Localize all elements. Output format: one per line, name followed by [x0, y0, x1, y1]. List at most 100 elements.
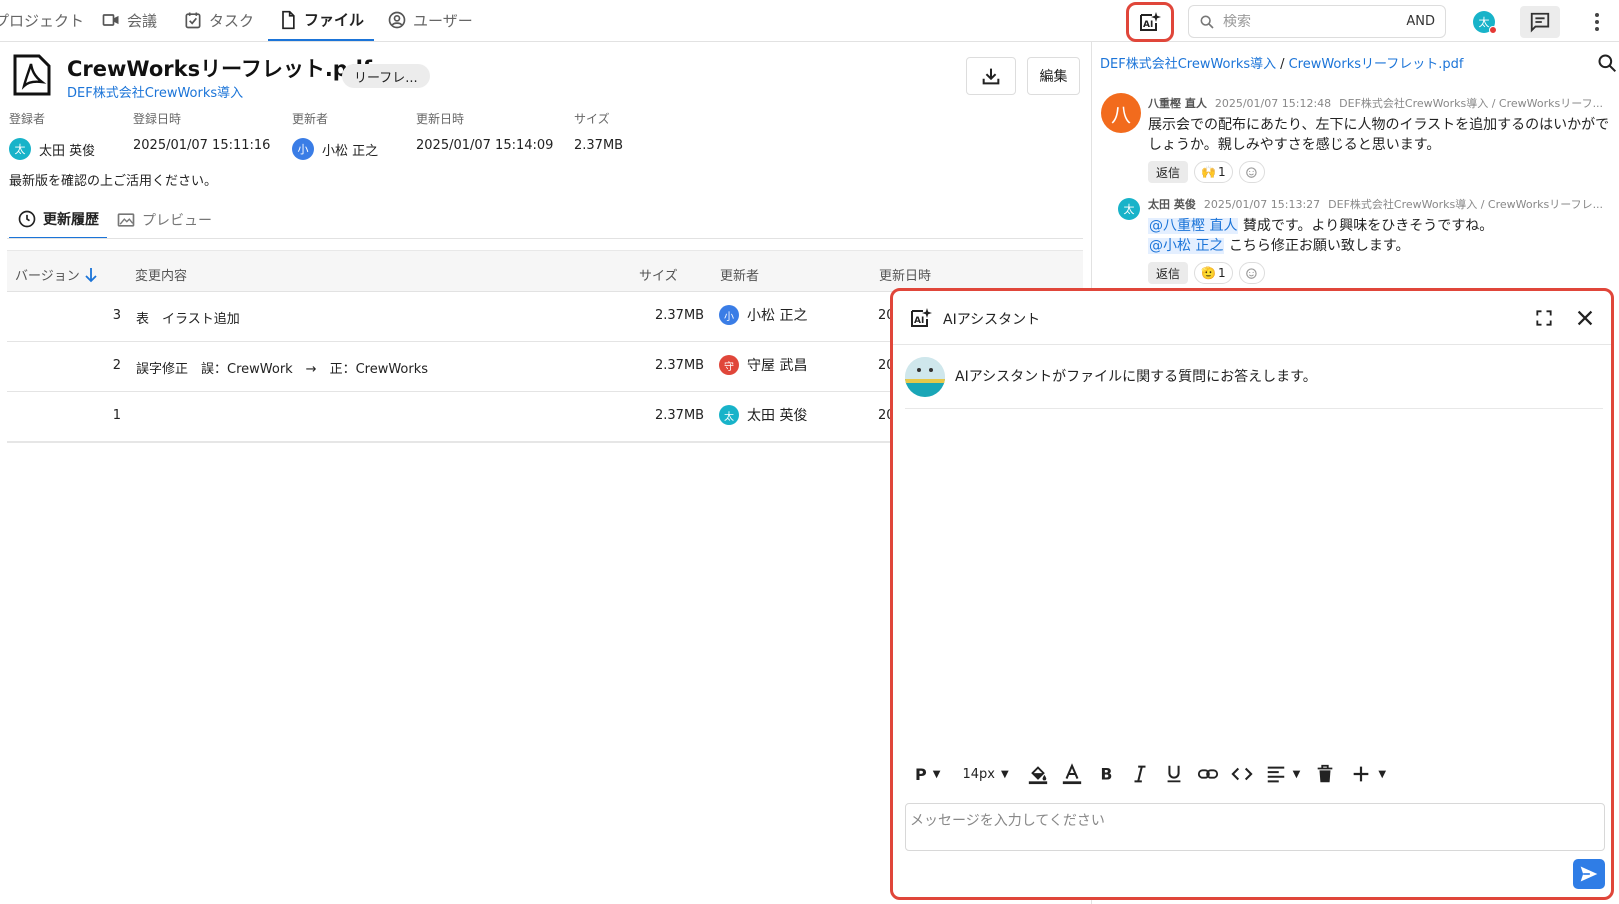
trash-icon [1318, 764, 1333, 783]
breadcrumb-file-link[interactable]: CrewWorksリーフレット.pdf [1289, 57, 1464, 72]
file-description: 最新版を確認の上ご活用ください。 [9, 174, 218, 189]
comment-context: DEF株式会社CrewWorks導入 / CrewWorksリーフ... [1339, 97, 1604, 110]
change-column-header: 変更内容 [135, 269, 188, 284]
tab-meetings[interactable]: 会議 [101, 0, 157, 40]
italic-button[interactable] [1129, 759, 1151, 789]
ai-assistant-panel: AI AIアシスタント AIアシスタントがファイルに関する質問にお答えします。 … [890, 288, 1614, 900]
insert-select[interactable]: ▼ [1350, 759, 1386, 789]
size-value: 2.37MB [574, 138, 624, 153]
comments-toggle-button[interactable] [1520, 6, 1560, 38]
tab-projects[interactable]: プロジェクト [0, 0, 84, 40]
reply-button[interactable]: 返信 [1148, 161, 1189, 183]
tab-meetings-label: 会議 [127, 11, 158, 30]
tab-files[interactable]: ファイル [268, 0, 375, 41]
ai-panel-header: AI AIアシスタント [893, 291, 1611, 345]
breadcrumb-project-link[interactable]: DEF株式会社CrewWorks導入 [1100, 57, 1276, 72]
change-cell: 誤字修正 誤：CrewWork → 正：CrewWorks [136, 362, 429, 377]
tab-users-label: ユーザー [413, 11, 473, 30]
reaction-button[interactable]: 🫡 1 [1194, 262, 1233, 284]
download-icon [982, 68, 1000, 85]
sort-down-icon [85, 267, 97, 282]
more-vertical-icon [1595, 13, 1599, 31]
clock-icon [18, 210, 36, 228]
top-nav-bar: プロジェクト 会議 タスク ファイル ユーザー AI AND 太 [0, 0, 1619, 42]
comment-item: 八重樫 直人 2025/01/07 15:12:48 DEF株式会社CrewWork… [1148, 95, 1614, 183]
size-column-header: サイズ [639, 269, 678, 284]
search-box[interactable]: AND [1188, 5, 1446, 38]
align-select[interactable]: ▼ [1265, 759, 1300, 789]
search-mode-toggle[interactable]: AND [1406, 14, 1435, 29]
avatar: 小 [719, 305, 739, 325]
comment-item: 太田 英俊 2025/01/07 15:13:27 DEF株式会社CrewWorks… [1148, 196, 1614, 284]
tab-users[interactable]: ユーザー [387, 0, 473, 40]
download-button[interactable] [966, 57, 1016, 95]
tab-tasks[interactable]: タスク [183, 0, 254, 40]
font-size-select[interactable]: 14px ▼ [962, 759, 1008, 789]
file-icon [282, 10, 295, 29]
user-avatar[interactable]: 太 [1473, 11, 1497, 34]
delete-button[interactable] [1314, 759, 1336, 789]
avatar: 太 [1118, 198, 1140, 220]
chevron-down-icon: ▼ [1378, 768, 1387, 780]
size-label: サイズ [574, 112, 610, 126]
updater-label: 更新者 [292, 112, 329, 126]
italic-icon [1134, 765, 1146, 783]
paragraph-style-select[interactable]: P ▼ [915, 759, 940, 789]
code-button[interactable] [1231, 759, 1253, 789]
ai-assistant-button[interactable]: AI [1126, 2, 1174, 42]
svg-text:B: B [1100, 766, 1112, 784]
add-emoji-icon [1245, 268, 1257, 279]
search-input[interactable] [1223, 13, 1407, 30]
updater-name: 小松 正之 [747, 308, 808, 324]
link-button[interactable] [1197, 759, 1219, 789]
updater-cell: 小 小松 正之 [719, 305, 807, 325]
tab-files-label: ファイル [304, 11, 365, 29]
send-button[interactable] [1573, 859, 1605, 889]
project-link[interactable]: DEF株式会社CrewWorks導入 [67, 82, 243, 101]
tab-preview[interactable]: プレビュー [116, 201, 212, 239]
paragraph-style-value: P [915, 764, 927, 784]
registrant-name: 太田 英俊 [39, 143, 96, 159]
ai-assistant-icon: AI [911, 308, 932, 327]
breadcrumb-separator: / [1280, 57, 1285, 72]
fill-color-icon [1028, 766, 1047, 785]
reaction-button[interactable]: 🙌 1 [1194, 161, 1233, 183]
underline-icon [1167, 765, 1181, 783]
mention-link[interactable]: @小松 正之 [1148, 238, 1225, 254]
add-emoji-icon [1245, 167, 1257, 178]
editor-toolbar: P ▼ 14px ▼ B ▼ ▼ [905, 759, 1386, 789]
more-menu-button[interactable] [1585, 10, 1609, 34]
reaction-emoji: 🙌 [1201, 165, 1216, 179]
updater-cell: 太 太田 英俊 [719, 405, 807, 425]
comment-author: 太田 英俊 [1148, 198, 1196, 211]
comments-breadcrumb: DEF株式会社CrewWorks導入 / CrewWorksリーフレット.pdf [1100, 53, 1463, 72]
text-color-button[interactable] [1061, 759, 1083, 789]
bold-button[interactable]: B [1095, 759, 1117, 789]
comment-time: 2025/01/07 15:12:48 [1214, 97, 1332, 110]
align-left-icon [1267, 766, 1284, 783]
updater-column-header: 更新者 [720, 269, 760, 284]
file-tag-chip[interactable]: リーフレ... [342, 64, 430, 88]
reaction-count: 1 [1217, 266, 1226, 280]
edit-button[interactable]: 編集 [1027, 57, 1080, 95]
comment-actions: 返信 🫡 1 [1148, 262, 1614, 284]
highlight-color-button[interactable] [1027, 759, 1049, 789]
task-icon [185, 12, 201, 29]
comment-header: 八重樫 直人 2025/01/07 15:12:48 DEF株式会社CrewWork… [1148, 95, 1614, 111]
expand-icon[interactable] [1534, 308, 1554, 328]
mention-link[interactable]: @八重樫 直人 [1148, 218, 1239, 234]
reply-button[interactable]: 返信 [1148, 262, 1189, 284]
add-reaction-button[interactable] [1238, 262, 1265, 284]
underline-button[interactable] [1163, 759, 1185, 789]
message-input[interactable] [905, 803, 1605, 851]
text-color-icon [1062, 763, 1081, 785]
link-icon [1197, 769, 1218, 779]
tab-projects-label: プロジェクト [0, 11, 85, 30]
tab-update-history[interactable]: 更新履歴 [9, 201, 107, 239]
add-reaction-button[interactable] [1238, 161, 1265, 183]
close-icon[interactable] [1574, 307, 1596, 329]
version-column-header[interactable]: バージョン [15, 265, 98, 284]
tab-divider [7, 238, 1083, 239]
search-icon[interactable] [1597, 53, 1617, 73]
updater-value: 小 小松 正之 [292, 138, 378, 160]
